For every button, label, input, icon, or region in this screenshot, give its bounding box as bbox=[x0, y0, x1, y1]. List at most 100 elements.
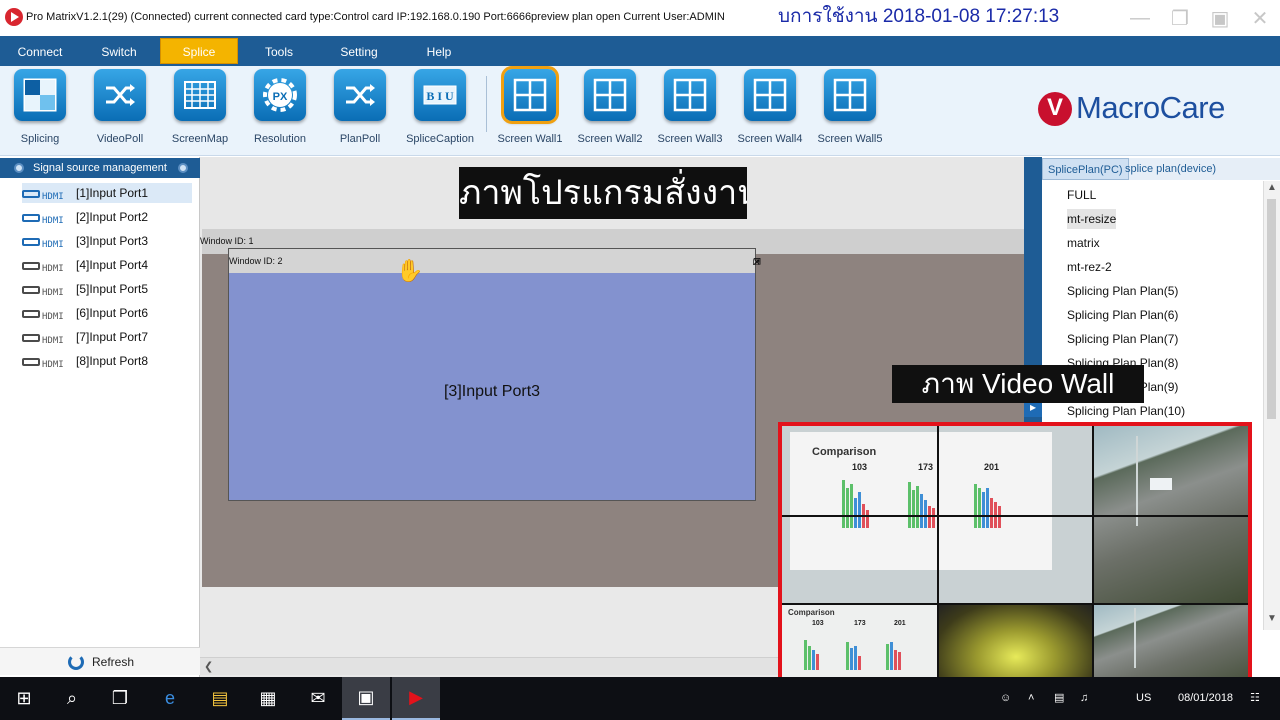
lamp-post bbox=[1136, 436, 1138, 526]
file-explorer-icon[interactable]: ▤ bbox=[196, 677, 244, 720]
slide-number: 201 bbox=[894, 620, 906, 627]
close-icon[interactable]: ✕ bbox=[1240, 0, 1280, 36]
source-label: [2]Input Port2 bbox=[76, 210, 149, 224]
window-grid-icon bbox=[744, 69, 796, 121]
scroll-left-icon[interactable]: ❮ bbox=[204, 660, 213, 673]
refresh-icon bbox=[68, 654, 84, 670]
splice-window[interactable]: Window ID: 2 ↗ □ ❐ ✕ [3]Input Port3 bbox=[228, 248, 761, 501]
collapse-icon[interactable] bbox=[14, 163, 24, 173]
menu-switch[interactable]: Switch bbox=[80, 36, 158, 66]
hdmi-tag: HDMI bbox=[42, 311, 64, 322]
mail-icon[interactable]: ✉ bbox=[294, 677, 342, 720]
plan-item[interactable]: mt-rez-2 bbox=[1067, 257, 1112, 277]
macrocare-logo-icon bbox=[1038, 92, 1072, 126]
task-view-icon[interactable]: ❐ bbox=[96, 677, 144, 720]
plan-item[interactable]: Splicing Plan Plan(5) bbox=[1067, 281, 1178, 301]
splice-window-id: Window ID: 2 bbox=[229, 256, 283, 266]
refresh-button[interactable]: Refresh bbox=[0, 647, 200, 675]
splicing-icon bbox=[14, 69, 66, 121]
input-language[interactable]: US bbox=[1136, 677, 1151, 720]
pro-matrix-taskbar-icon[interactable]: ▶ bbox=[392, 677, 440, 720]
refresh-label: Refresh bbox=[92, 655, 135, 669]
menu-setting[interactable]: Setting bbox=[320, 36, 398, 66]
store-icon[interactable]: ▦ bbox=[244, 677, 292, 720]
tool-screen-wall2[interactable]: Screen Wall2 bbox=[570, 69, 650, 154]
taskbar-date[interactable]: 08/01/2018 bbox=[1178, 677, 1233, 720]
tool-splicing[interactable]: Splicing bbox=[0, 69, 80, 154]
tool-screen-wall5[interactable]: Screen Wall5 bbox=[810, 69, 890, 154]
tray-arrow-icon[interactable]: ˄ bbox=[1028, 677, 1034, 720]
splice-window-titlebar[interactable]: Window ID: 2 ↗ □ ❐ ✕ bbox=[229, 249, 761, 273]
network-icon[interactable]: ▤ bbox=[1054, 677, 1064, 720]
source-item[interactable]: HDMI [2]Input Port2 bbox=[22, 207, 192, 227]
tool-screenmap[interactable]: ScreenMap bbox=[160, 69, 240, 154]
tool-screen-wall1[interactable]: Screen Wall1 bbox=[490, 66, 570, 154]
source-label: [3]Input Port3 bbox=[76, 234, 149, 248]
tool-label: PlanPoll bbox=[339, 133, 381, 145]
source-item[interactable]: HDMI [8]Input Port8 bbox=[22, 351, 192, 371]
hdmi-icon: HDMI bbox=[22, 332, 70, 346]
tab-splice-plan-device[interactable]: splice plan(device) bbox=[1120, 158, 1221, 180]
text-biu-icon: B I U bbox=[414, 69, 466, 121]
vertical-scrollbar[interactable]: ▲ ▼ bbox=[1263, 181, 1280, 630]
slide-number: 103 bbox=[812, 620, 824, 627]
tab-splice-plan-pc[interactable]: SplicePlan(PC) bbox=[1042, 158, 1129, 180]
close-icon[interactable]: ✕ bbox=[753, 257, 761, 268]
window-controls: — ❐ ▣ ✕ bbox=[1120, 0, 1280, 36]
menu-help[interactable]: Help bbox=[400, 36, 478, 66]
program-caption: ภาพโปรแกรมสั่งงาน bbox=[459, 167, 747, 219]
slide-number: 103 bbox=[852, 462, 868, 472]
toolbar: Splicing VideoPoll ScreenMap PX Resoluti… bbox=[0, 66, 1280, 156]
menu-connect[interactable]: Connect bbox=[0, 36, 80, 66]
minimize-icon[interactable]: — bbox=[1120, 0, 1160, 36]
hdmi-icon: HDMI bbox=[22, 308, 70, 322]
maximize-icon[interactable]: ▣ bbox=[1200, 0, 1240, 36]
source-item[interactable]: HDMI [4]Input Port4 bbox=[22, 255, 192, 275]
presentation-slide: Comparison 103 173 201 bbox=[790, 432, 1052, 570]
restore-icon[interactable]: ❐ bbox=[1160, 0, 1200, 36]
edge-browser-icon[interactable]: e bbox=[146, 677, 194, 720]
app-window-icon[interactable]: ▣ bbox=[342, 677, 390, 720]
tool-videopoll[interactable]: VideoPoll bbox=[80, 69, 160, 154]
menu-splice[interactable]: Splice bbox=[160, 38, 238, 64]
source-label: [7]Input Port7 bbox=[76, 330, 149, 344]
volume-icon[interactable]: ♫ bbox=[1080, 677, 1088, 720]
window-grid-icon bbox=[501, 66, 559, 124]
hdmi-icon: HDMI bbox=[22, 236, 70, 250]
plan-item[interactable]: Splicing Plan Plan(7) bbox=[1067, 329, 1178, 349]
hand-cursor-icon: ✋ bbox=[396, 258, 424, 283]
plan-item[interactable]: Splicing Plan Plan(10) bbox=[1067, 401, 1185, 421]
menu-bar: Connect Switch Splice Tools Setting Help bbox=[0, 36, 1280, 66]
source-item[interactable]: HDMI [3]Input Port3 bbox=[22, 231, 192, 251]
search-icon[interactable]: ⌕ bbox=[48, 677, 96, 720]
source-item[interactable]: HDMI [5]Input Port5 bbox=[22, 279, 192, 299]
slide-bars bbox=[908, 476, 935, 528]
people-icon[interactable]: ☺ bbox=[1000, 677, 1011, 720]
menu-tools[interactable]: Tools bbox=[240, 36, 318, 66]
notifications-icon[interactable]: ☷ bbox=[1250, 677, 1260, 720]
tool-screen-wall3[interactable]: Screen Wall3 bbox=[650, 69, 730, 154]
scroll-thumb[interactable] bbox=[1267, 199, 1276, 419]
window-source-label: [3]Input Port3 bbox=[443, 383, 541, 400]
window-grid-icon bbox=[584, 69, 636, 121]
plan-item[interactable]: mt-resize bbox=[1067, 209, 1117, 229]
scroll-down-icon[interactable]: ▼ bbox=[1267, 613, 1277, 624]
plan-item[interactable]: FULL bbox=[1067, 185, 1096, 205]
plan-item[interactable]: matrix bbox=[1067, 233, 1100, 253]
tool-resolution[interactable]: PX Resolution bbox=[240, 69, 320, 154]
windows-start-icon[interactable]: ⊞ bbox=[0, 677, 48, 720]
source-item[interactable]: HDMI [1]Input Port1 bbox=[22, 183, 192, 203]
tool-screen-wall4[interactable]: Screen Wall4 bbox=[730, 69, 810, 154]
slide-bars bbox=[974, 476, 1001, 528]
plan-item[interactable]: Splicing Plan Plan(6) bbox=[1067, 305, 1178, 325]
scroll-up-icon[interactable]: ▲ bbox=[1267, 182, 1277, 193]
tool-label: Screen Wall4 bbox=[737, 133, 803, 145]
hdmi-tag: HDMI bbox=[42, 191, 64, 202]
source-item[interactable]: HDMI [6]Input Port6 bbox=[22, 303, 192, 323]
source-item[interactable]: HDMI [7]Input Port7 bbox=[22, 327, 192, 347]
expand-icon[interactable] bbox=[178, 163, 188, 173]
tool-planpoll[interactable]: PlanPoll bbox=[320, 69, 400, 154]
tool-splicecaption[interactable]: B I U SpliceCaption bbox=[400, 69, 480, 154]
plan-tabs: SplicePlan(PC) splice plan(device) bbox=[1042, 158, 1280, 180]
slide-title: Comparison bbox=[788, 608, 835, 617]
